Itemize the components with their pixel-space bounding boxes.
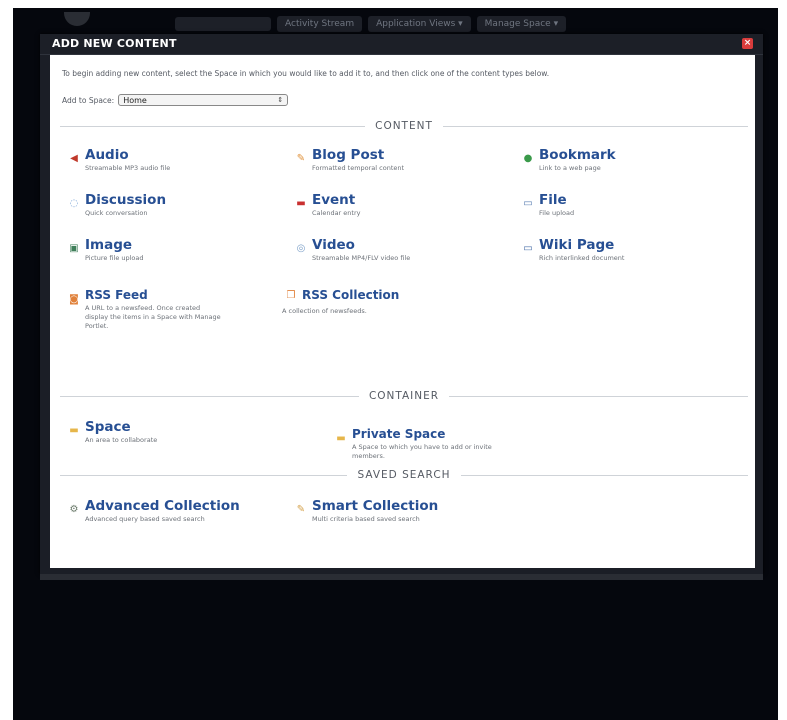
container-type-name: Space: [85, 419, 131, 435]
blog-icon: ✎: [296, 153, 306, 164]
divider: [449, 395, 748, 397]
content-type-desc: Calendar entry: [312, 209, 361, 217]
top-navigation: Activity Stream Application Views ▾ Mana…: [175, 14, 567, 34]
speaker-icon: ◀: [70, 153, 78, 164]
content-type-bookmark[interactable]: ● Bookmark Link to a web page: [522, 147, 616, 173]
space-label: Add to Space:: [62, 95, 115, 105]
content-type-video[interactable]: ◎ Video Streamable MP4/FLV video file: [295, 237, 411, 263]
content-type-desc: Link to a web page: [539, 164, 601, 172]
rss-icon: ◙: [69, 294, 79, 305]
content-type-image[interactable]: ▣ Image Picture file upload: [68, 237, 144, 263]
dialog-shadow: [40, 574, 763, 580]
container-type-private-space[interactable]: ▬ Private Space A Space to which you hav…: [335, 427, 502, 461]
saved-search-advanced-collection[interactable]: ⚙ Advanced Collection Advanced query bas…: [68, 498, 240, 524]
content-type-rss-feed[interactable]: ◙ RSS Feed A URL to a newsfeed. Once cre…: [68, 288, 243, 331]
content-type-name: Image: [85, 237, 133, 253]
content-type-name: Wiki Page: [539, 237, 615, 253]
content-type-rss-collection[interactable]: ❒ RSS Collection: [285, 288, 400, 303]
saved-search-desc: Multi criteria based saved search: [312, 515, 420, 523]
content-type-name: File: [539, 192, 567, 208]
nav-tab-application-views[interactable]: Application Views ▾: [368, 16, 471, 32]
space-select-value: Home: [123, 95, 147, 105]
content-type-name: Video: [312, 237, 355, 253]
saved-search-smart-collection[interactable]: ✎ Smart Collection Multi criteria based …: [295, 498, 438, 524]
select-arrows-icon: ⇕: [277, 96, 284, 104]
content-type-name: Audio: [85, 147, 129, 163]
content-type-desc: A URL to a newsfeed. Once created displa…: [85, 304, 221, 330]
space-selector-row: Add to Space: Home ⇕: [62, 93, 289, 107]
bookmark-icon: ●: [523, 153, 533, 164]
saved-search-name: Advanced Collection: [85, 498, 240, 514]
rss-collection-icon: ❒: [286, 290, 296, 301]
wiki-icon: ▭: [523, 243, 533, 254]
saved-search-desc: Advanced query based saved search: [85, 515, 205, 523]
nav-tab-manage-space[interactable]: Manage Space ▾: [476, 16, 567, 32]
section-content-header: CONTENT: [60, 119, 748, 133]
divider: [60, 125, 366, 127]
divider: [60, 474, 348, 476]
intro-text: To begin adding new content, select the …: [62, 69, 550, 78]
content-type-name: Blog Post: [312, 147, 385, 163]
content-type-audio[interactable]: ◀ Audio Streamable MP3 audio file: [68, 147, 170, 173]
nav-tab-1[interactable]: [175, 17, 271, 31]
content-type-name: Event: [312, 192, 356, 208]
content-type-name: Discussion: [85, 192, 167, 208]
private-folder-icon: ▬: [336, 433, 346, 444]
image-icon: ▣: [69, 243, 79, 254]
nav-tab-activity-stream[interactable]: Activity Stream: [277, 16, 363, 32]
content-type-file[interactable]: ▭ File File upload: [522, 192, 574, 218]
content-type-desc: Formatted temporal content: [312, 164, 405, 172]
file-icon: ▭: [523, 198, 533, 209]
close-icon: ×: [743, 38, 752, 48]
divider: [60, 395, 359, 397]
section-saved-search-label: SAVED SEARCH: [357, 469, 451, 481]
calendar-icon: ▬: [296, 198, 306, 209]
container-type-desc: A Space to which you have to add or invi…: [352, 443, 492, 460]
section-container-header: CONTAINER: [60, 389, 748, 403]
content-type-desc: Quick conversation: [85, 209, 148, 217]
dialog-titlebar: ADD NEW CONTENT ×: [40, 34, 763, 55]
content-type-wiki-page[interactable]: ▭ Wiki Page Rich interlinked document: [522, 237, 624, 263]
section-content-label: CONTENT: [375, 120, 433, 132]
container-type-desc: An area to collaborate: [85, 436, 158, 444]
add-new-content-dialog: ADD NEW CONTENT × To begin adding new co…: [40, 34, 763, 574]
smart-search-icon: ✎: [296, 504, 306, 515]
container-type-space[interactable]: ▬ Space An area to collaborate: [68, 419, 157, 445]
dialog-title: ADD NEW CONTENT: [52, 37, 177, 50]
content-type-name: Bookmark: [539, 147, 616, 163]
content-type-name: RSS Collection: [302, 288, 400, 302]
content-type-name: RSS Feed: [85, 288, 148, 302]
content-type-desc: Streamable MP3 audio file: [85, 164, 171, 172]
advanced-search-icon: ⚙: [69, 504, 79, 515]
chat-icon: ◌: [69, 198, 79, 209]
container-type-name: Private Space: [352, 427, 446, 441]
content-type-desc: Rich interlinked document: [539, 254, 625, 262]
section-saved-search-header: SAVED SEARCH: [60, 468, 748, 482]
video-icon: ◎: [296, 243, 306, 254]
section-container-label: CONTAINER: [368, 390, 440, 402]
dialog-body: To begin adding new content, select the …: [50, 55, 755, 568]
content-type-event[interactable]: ▬ Event Calendar entry: [295, 192, 360, 218]
close-button[interactable]: ×: [742, 38, 753, 49]
divider: [442, 125, 748, 127]
content-type-discussion[interactable]: ◌ Discussion Quick conversation: [68, 192, 166, 218]
content-type-desc: File upload: [539, 209, 575, 217]
saved-search-name: Smart Collection: [312, 498, 439, 514]
content-type-desc: Streamable MP4/FLV video file: [312, 254, 411, 262]
content-type-desc: Picture file upload: [85, 254, 144, 262]
rss-collection-desc: A collection of newsfeeds.: [282, 307, 367, 315]
content-type-blog-post[interactable]: ✎ Blog Post Formatted temporal content: [295, 147, 404, 173]
folder-icon: ▬: [69, 425, 79, 436]
space-select[interactable]: Home ⇕: [118, 94, 289, 106]
divider: [460, 474, 748, 476]
